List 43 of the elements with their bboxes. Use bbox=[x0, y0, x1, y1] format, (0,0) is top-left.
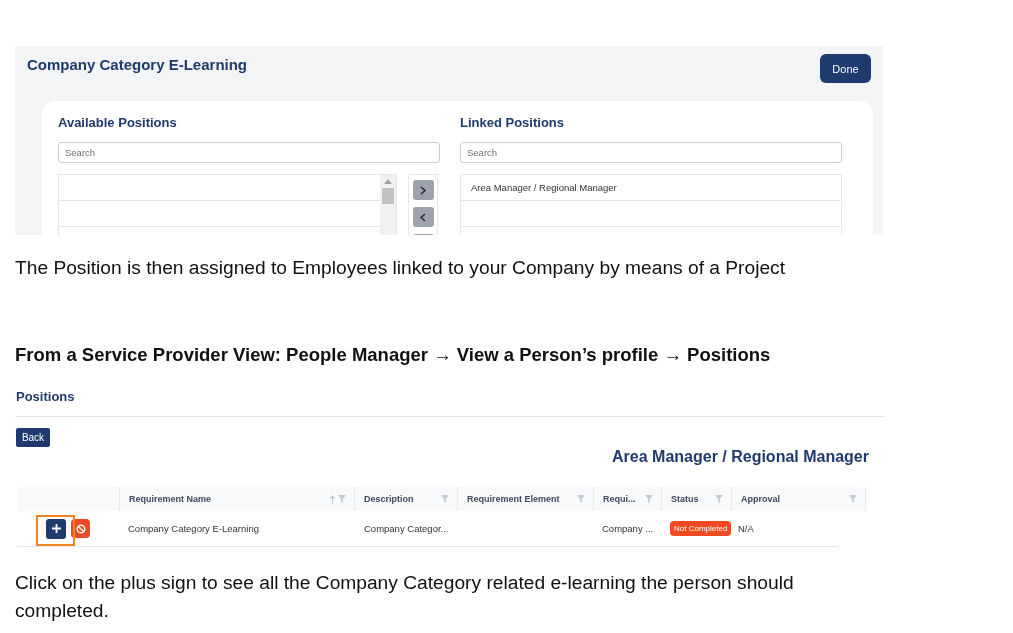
paragraph: Click on the plus sign to see all the Company Category related e-learning the person should completed. bbox=[15, 571, 795, 623]
column-header[interactable]: Approval bbox=[731, 487, 866, 511]
back-button[interactable]: Back bbox=[16, 428, 50, 447]
chevron-left-icon bbox=[420, 212, 426, 222]
scroll-up-icon[interactable] bbox=[384, 179, 392, 184]
section-title: Positions bbox=[16, 389, 76, 405]
table-cell: N/A bbox=[738, 523, 754, 534]
column-header[interactable]: Description bbox=[354, 487, 457, 511]
search-field[interactable]: Search bbox=[460, 142, 842, 163]
screen-title: Company Category E-Learning bbox=[27, 56, 248, 74]
status-badge: Not Completed bbox=[670, 521, 732, 536]
position-title: Area Manager / Regional Manager bbox=[612, 447, 869, 467]
column-header[interactable]: Requi... bbox=[593, 487, 661, 511]
column-header[interactable]: Requirement Name bbox=[119, 487, 354, 511]
scrollbar[interactable] bbox=[380, 175, 396, 235]
filter-icon[interactable] bbox=[645, 495, 653, 503]
filter-icon[interactable] bbox=[715, 495, 723, 503]
done-button[interactable]: Done bbox=[820, 54, 871, 83]
navigation-path-heading: From a Service Provider View: People Manager → View a Person’s profile → Positions bbox=[15, 344, 772, 366]
move-right-button[interactable] bbox=[412, 180, 434, 200]
move-left-button[interactable] bbox=[412, 207, 434, 227]
list-item[interactable]: Area Manager / Regional Manager bbox=[461, 175, 841, 201]
column-header[interactable]: Requirement Element bbox=[457, 487, 593, 511]
plus-icon bbox=[51, 524, 61, 533]
filter-icon[interactable] bbox=[441, 495, 449, 503]
available-positions-heading: Available Positions bbox=[58, 115, 178, 131]
paragraph: The Position is then assigned to Employees linked to your Company by means of a Project bbox=[15, 257, 787, 279]
available-positions-list[interactable] bbox=[58, 174, 397, 235]
table-cell: Company Categor... bbox=[364, 523, 449, 534]
table-cell: Company ... bbox=[602, 523, 654, 534]
search-field[interactable]: Search bbox=[58, 142, 440, 163]
table-cell: Company Category E-Learning bbox=[128, 523, 259, 534]
prohibited-icon bbox=[75, 523, 86, 534]
linked-positions-heading: Linked Positions bbox=[460, 115, 565, 131]
linked-positions-list[interactable]: Area Manager / Regional Manager bbox=[460, 174, 842, 235]
filter-icon[interactable] bbox=[577, 495, 585, 503]
sort-arrow-icon[interactable] bbox=[329, 494, 336, 504]
chevron-right-icon bbox=[420, 185, 426, 195]
filter-icon[interactable] bbox=[849, 495, 857, 503]
filter-icon[interactable] bbox=[338, 495, 346, 503]
plus-button[interactable] bbox=[46, 518, 66, 539]
scrollbar-thumb[interactable] bbox=[382, 188, 394, 204]
column-header[interactable]: Status bbox=[661, 487, 731, 511]
